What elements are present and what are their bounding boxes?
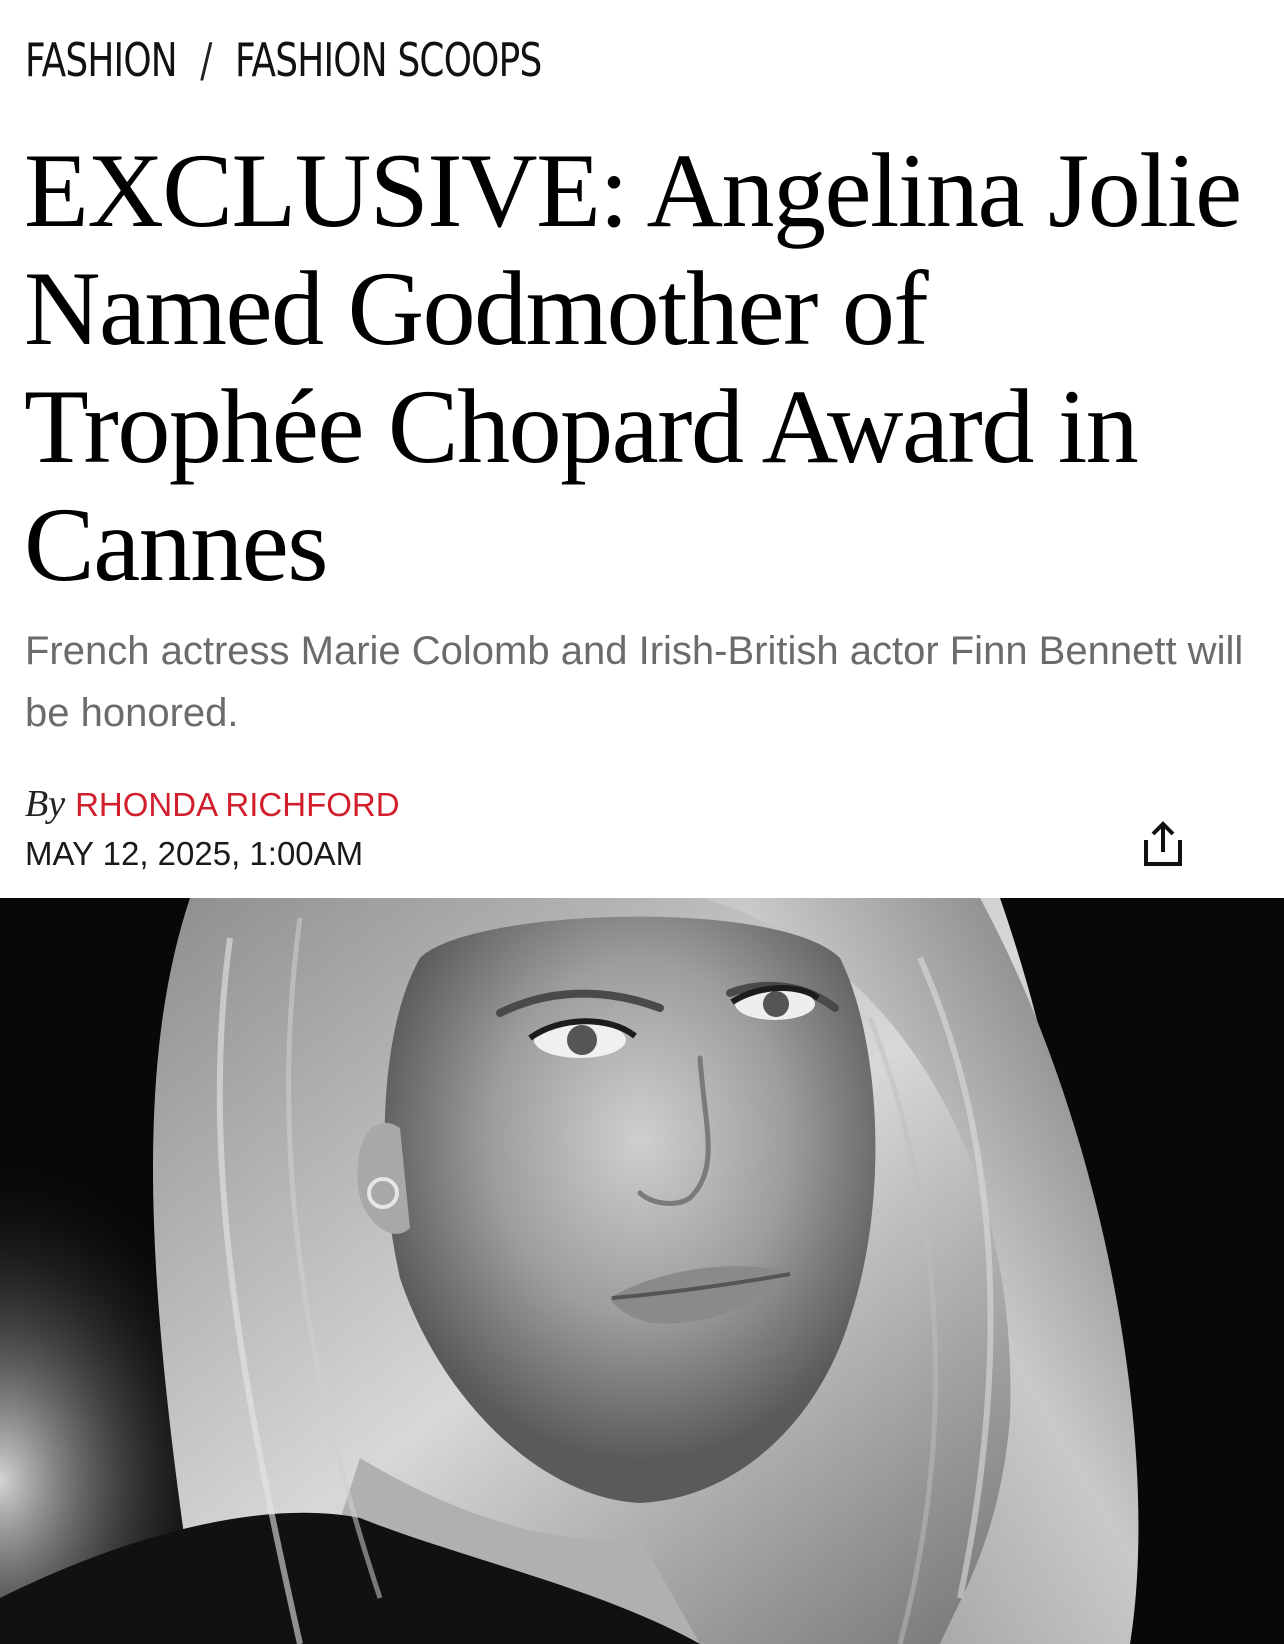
publish-date: MAY 12, 2025, 1:00AM bbox=[25, 835, 364, 872]
article-dek: French actress Marie Colomb and Irish-Br… bbox=[25, 629, 1244, 735]
byline-prefix: By bbox=[25, 783, 66, 825]
share-icon bbox=[1144, 821, 1182, 866]
breadcrumb: FASHION / FASHION SCOOPS bbox=[25, 28, 542, 92]
breadcrumb-separator: / bbox=[200, 33, 212, 87]
author-link[interactable]: RHONDA RICHFORD bbox=[75, 786, 400, 823]
hero-photo bbox=[0, 898, 1284, 1644]
breadcrumb-item-fashion-scoops[interactable]: FASHION SCOOPS bbox=[235, 33, 542, 87]
article-headline: EXCLUSIVE: Angelina Jolie Named Godmothe… bbox=[24, 132, 1242, 603]
share-button[interactable] bbox=[1138, 818, 1188, 872]
byline: By RHONDA RICHFORD bbox=[25, 782, 400, 826]
breadcrumb-item-fashion[interactable]: FASHION bbox=[25, 33, 178, 87]
